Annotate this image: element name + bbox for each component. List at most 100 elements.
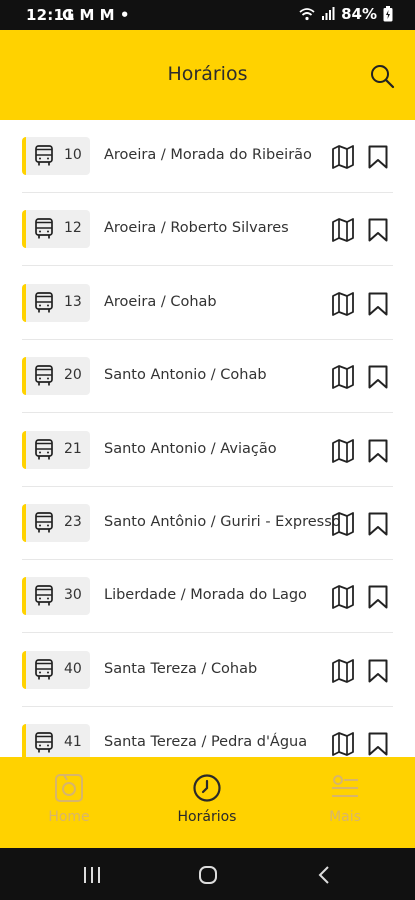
bookmark-button[interactable] bbox=[367, 658, 389, 684]
bus-icon bbox=[35, 658, 53, 680]
map-button[interactable] bbox=[331, 584, 355, 610]
route-name: Santo Antonio / Cohab bbox=[104, 367, 267, 384]
map-button[interactable] bbox=[331, 144, 355, 170]
bookmark-icon bbox=[368, 439, 388, 463]
bookmark-icon bbox=[368, 365, 388, 389]
route-name: Santo Antonio / Aviação bbox=[104, 440, 277, 457]
route-row[interactable]: 41 Santa Tereza / Pedra d'Água bbox=[0, 707, 415, 757]
route-number: 12 bbox=[64, 220, 82, 237]
map-icon bbox=[332, 512, 354, 536]
signal-icon bbox=[322, 7, 335, 20]
routes-list[interactable]: 10 Aroeira / Morada do Ribeirão 12 Aroei… bbox=[0, 120, 415, 757]
route-name: Liberdade / Morada do Lago bbox=[104, 587, 307, 604]
map-icon bbox=[332, 585, 354, 610]
map-icon bbox=[332, 365, 354, 390]
route-name: Santo Antônio / Guriri - Expresso bbox=[104, 514, 341, 530]
route-name: Aroeira / Cohab bbox=[104, 293, 217, 310]
bus-icon bbox=[35, 218, 53, 239]
bus-icon bbox=[35, 512, 53, 533]
route-badge: 21 bbox=[22, 430, 90, 469]
status-right: 84% bbox=[299, 5, 393, 23]
route-row[interactable]: 40 Santa Tereza / Cohab bbox=[0, 634, 415, 707]
bookmark-icon bbox=[368, 218, 388, 242]
route-row[interactable]: 10 Aroeira / Morada do Ribeirão bbox=[0, 120, 415, 193]
route-name: Santa Tereza / Cohab bbox=[104, 660, 258, 677]
route-badge: 10 bbox=[22, 137, 90, 175]
map-button[interactable] bbox=[331, 438, 355, 464]
bookmark-icon bbox=[368, 732, 388, 756]
clock-icon bbox=[193, 774, 221, 802]
route-row[interactable]: 12 Aroeira / Roberto Silvares bbox=[0, 193, 415, 267]
battery-percent: 84% bbox=[341, 5, 377, 23]
route-badge: 13 bbox=[22, 283, 90, 322]
map-icon bbox=[332, 145, 354, 169]
home-circle-icon[interactable] bbox=[198, 865, 218, 885]
route-number: 41 bbox=[64, 734, 82, 751]
bookmark-button[interactable] bbox=[367, 731, 389, 757]
bookmark-icon bbox=[368, 145, 388, 169]
bus-icon bbox=[35, 585, 53, 606]
map-button[interactable] bbox=[331, 364, 355, 390]
route-name: Santa Tereza / Pedra d'Água bbox=[104, 734, 308, 751]
back-icon[interactable] bbox=[317, 865, 331, 885]
route-number: 30 bbox=[64, 587, 82, 604]
map-button[interactable] bbox=[331, 731, 355, 757]
route-badge: 30 bbox=[22, 577, 90, 616]
route-row[interactable]: 30 Liberdade / Morada do Lago bbox=[0, 560, 415, 634]
bookmark-button[interactable] bbox=[367, 438, 389, 464]
map-icon bbox=[332, 658, 354, 683]
nav-mais-label: Mais bbox=[329, 809, 361, 825]
bookmark-icon bbox=[368, 659, 388, 683]
route-name: Aroeira / Roberto Silvares bbox=[104, 220, 289, 237]
route-number: 10 bbox=[64, 147, 82, 163]
bookmark-button[interactable] bbox=[367, 291, 389, 317]
bus-icon bbox=[35, 438, 53, 460]
map-button[interactable] bbox=[331, 658, 355, 684]
bookmark-button[interactable] bbox=[367, 511, 389, 537]
bus-icon bbox=[35, 291, 53, 313]
page-title: Horários bbox=[167, 63, 248, 85]
recents-icon[interactable] bbox=[83, 866, 101, 884]
route-row[interactable]: 21 Santo Antonio / Aviação bbox=[0, 414, 415, 487]
route-number: 21 bbox=[64, 440, 82, 457]
nav-horarios-label: Horários bbox=[177, 809, 237, 825]
menu-icon bbox=[332, 775, 358, 797]
route-number: 23 bbox=[64, 514, 82, 530]
bus-icon bbox=[35, 145, 53, 166]
map-icon bbox=[332, 732, 354, 757]
home-icon bbox=[55, 774, 83, 802]
bookmark-icon bbox=[368, 585, 388, 609]
route-badge: 41 bbox=[22, 724, 90, 757]
map-icon bbox=[332, 438, 354, 463]
route-number: 20 bbox=[64, 367, 82, 384]
route-row[interactable]: 23 Santo Antônio / Guriri - Expresso bbox=[0, 487, 415, 560]
status-bar: 12:11 G M M • 84% bbox=[0, 0, 415, 30]
map-icon bbox=[332, 218, 354, 243]
route-name: Aroeira / Morada do Ribeirão bbox=[104, 147, 312, 163]
bookmark-icon bbox=[368, 292, 388, 316]
bookmark-button[interactable] bbox=[367, 584, 389, 610]
route-badge: 23 bbox=[22, 504, 90, 542]
nav-home[interactable]: Home bbox=[0, 757, 138, 848]
map-button[interactable] bbox=[331, 217, 355, 243]
route-badge: 20 bbox=[22, 357, 90, 396]
bookmark-button[interactable] bbox=[367, 217, 389, 243]
system-nav-bar bbox=[0, 848, 415, 900]
nav-mais[interactable]: Mais bbox=[276, 757, 414, 848]
bottom-nav: Home Horários Mais bbox=[0, 757, 415, 848]
map-button[interactable] bbox=[331, 511, 355, 537]
bookmark-icon bbox=[368, 512, 388, 536]
wifi-icon bbox=[299, 8, 315, 21]
nav-horarios[interactable]: Horários bbox=[138, 757, 276, 848]
route-badge: 12 bbox=[22, 210, 90, 249]
bookmark-button[interactable] bbox=[367, 144, 389, 170]
route-number: 13 bbox=[64, 293, 82, 310]
map-button[interactable] bbox=[331, 291, 355, 317]
route-row[interactable]: 13 Aroeira / Cohab bbox=[0, 267, 415, 340]
route-number: 40 bbox=[64, 660, 82, 677]
bus-icon bbox=[35, 365, 53, 386]
bookmark-button[interactable] bbox=[367, 364, 389, 390]
bus-icon bbox=[35, 732, 53, 753]
search-button[interactable] bbox=[368, 62, 396, 90]
route-row[interactable]: 20 Santo Antonio / Cohab bbox=[0, 340, 415, 414]
